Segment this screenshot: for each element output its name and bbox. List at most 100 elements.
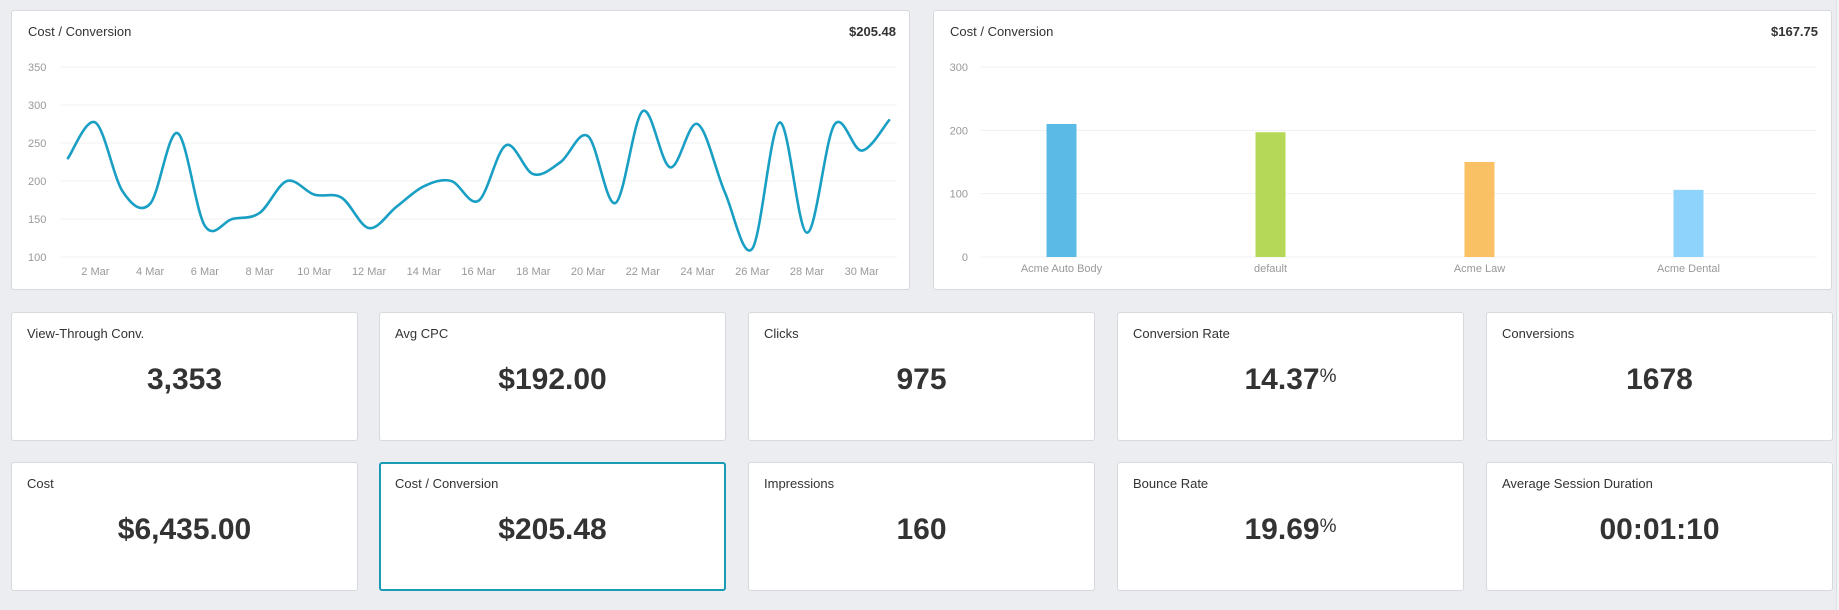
data-point[interactable] [363, 222, 375, 234]
x-tick-label: 16 Mar [461, 266, 496, 278]
kpi-label: Clicks [764, 326, 799, 341]
x-tick-label: 20 Mar [571, 266, 606, 278]
x-tick-label: 4 Mar [136, 266, 164, 278]
data-point[interactable] [336, 192, 348, 204]
data-point[interactable] [308, 189, 320, 201]
percent-suffix: % [1319, 366, 1337, 387]
data-point[interactable] [62, 152, 74, 164]
data-point[interactable] [144, 198, 156, 210]
data-point[interactable] [746, 243, 758, 255]
data-point[interactable] [500, 139, 512, 151]
kpi-value: 1678 [1487, 363, 1832, 397]
data-point[interactable] [418, 180, 430, 192]
y-tick-label: 300 [28, 100, 46, 112]
data-point[interactable] [719, 186, 731, 198]
x-tick-label: 12 Mar [352, 266, 387, 278]
data-point[interactable] [609, 197, 621, 209]
y-tick-label: 150 [28, 214, 46, 226]
kpi-number: 19.69 [1244, 513, 1320, 546]
kpi-card-conversion-rate[interactable]: Conversion Rate 14.37% [1117, 312, 1464, 441]
x-tick-label: 8 Mar [246, 266, 274, 278]
data-point[interactable] [582, 130, 594, 142]
kpi-value: 14.37% [1118, 363, 1463, 397]
bar-chart-panel: Cost / Conversion $167.75 0 100 200 300 Acme… [933, 10, 1832, 290]
data-point[interactable] [801, 227, 813, 239]
data-point[interactable] [445, 175, 457, 187]
bar-acme-law[interactable] [1464, 162, 1495, 257]
kpi-number: 3,353 [146, 363, 223, 396]
data-point[interactable] [254, 207, 266, 219]
data-point[interactable] [226, 213, 238, 225]
kpi-value: $205.48 [381, 513, 724, 547]
data-point[interactable] [828, 119, 840, 131]
data-point[interactable] [171, 127, 183, 139]
kpi-label: View-Through Conv. [27, 326, 145, 341]
bar-acme-dental[interactable] [1673, 189, 1704, 257]
bar-acme-auto-body[interactable] [1046, 124, 1077, 257]
kpi-label: Impressions [764, 476, 835, 491]
kpi-card-cost-conversion[interactable]: Cost / Conversion $205.48 [379, 462, 726, 591]
kpi-label: Average Session Duration [1502, 476, 1653, 491]
data-point[interactable] [883, 114, 895, 126]
kpi-card-conversions[interactable]: Conversions 1678 [1486, 312, 1833, 441]
kpi-label: Conversions [1502, 326, 1575, 341]
kpi-number: 160 [896, 513, 947, 546]
x-tick-label: 26 Mar [735, 266, 770, 278]
kpi-value: $6,435.00 [12, 513, 357, 547]
percent-suffix: % [1319, 516, 1337, 537]
kpi-card-cost[interactable]: Cost $6,435.00 [11, 462, 358, 591]
kpi-card-avg-cpc[interactable]: Avg CPC $192.00 [379, 312, 726, 441]
line-chart: 100 150 200 250 300 350 2 Mar 4 Mar 6 Mar 8 Mar 10… [28, 62, 897, 278]
data-point[interactable] [555, 156, 567, 168]
x-tick-label: 10 Mar [297, 266, 332, 278]
kpi-card-view-through-conv[interactable]: View-Through Conv. 3,353 [11, 312, 358, 441]
x-tick-label: 28 Mar [790, 266, 825, 278]
kpi-card-clicks[interactable]: Clicks 975 [748, 312, 1095, 441]
x-tick-label: Acme Auto Body [1021, 263, 1103, 275]
kpi-number: $192.00 [498, 363, 607, 396]
kpi-value: $192.00 [380, 363, 725, 397]
kpi-card-bounce-rate[interactable]: Bounce Rate 19.69% [1117, 462, 1464, 591]
kpi-label: Avg CPC [395, 326, 449, 341]
kpi-card-impressions[interactable]: Impressions 160 [748, 462, 1095, 591]
x-tick-label: 24 Mar [680, 266, 715, 278]
x-tick-label: 6 Mar [191, 266, 219, 278]
y-tick-label: 100 [28, 252, 46, 264]
bar-default[interactable] [1255, 132, 1286, 257]
kpi-number: 14.37 [1244, 363, 1320, 396]
data-point[interactable] [856, 145, 868, 157]
x-tick-label: 14 Mar [407, 266, 442, 278]
bar-chart: 0 100 200 300 Acme Auto Body default Acme Law A… [950, 62, 1817, 275]
y-tick-label: 100 [950, 189, 968, 201]
kpi-card-average-session-duration[interactable]: Average Session Duration 00:01:10 [1486, 462, 1833, 591]
kpi-number: 1678 [1626, 363, 1693, 396]
x-tick-label: Acme Dental [1657, 263, 1720, 275]
x-tick-label: 18 Mar [516, 266, 551, 278]
x-tick-label: default [1254, 263, 1287, 275]
kpi-label: Cost / Conversion [395, 476, 499, 491]
data-point[interactable] [199, 220, 211, 232]
x-tick-label: Acme Law [1454, 263, 1505, 275]
kpi-value: 975 [749, 363, 1094, 397]
kpi-label: Cost [27, 476, 54, 491]
kpi-value: 19.69% [1118, 513, 1463, 547]
y-tick-label: 300 [950, 62, 968, 74]
data-point[interactable] [281, 175, 293, 187]
data-point[interactable] [473, 195, 485, 207]
data-point[interactable] [664, 161, 676, 173]
line-chart-panel: Cost / Conversion $205.48 100 150 200 250 30… [11, 10, 910, 290]
kpi-value: 160 [749, 513, 1094, 547]
y-tick-label: 350 [28, 62, 46, 74]
data-point[interactable] [390, 201, 402, 213]
kpi-number: $205.48 [498, 513, 607, 546]
data-point[interactable] [637, 105, 649, 117]
x-tick-label: 30 Mar [845, 266, 880, 278]
data-point[interactable] [117, 186, 129, 198]
kpi-number: 975 [896, 363, 947, 396]
data-point[interactable] [774, 116, 786, 128]
y-tick-label: 200 [28, 176, 46, 188]
data-point[interactable] [692, 118, 704, 130]
data-point[interactable] [89, 116, 101, 128]
data-point[interactable] [527, 168, 539, 180]
kpi-label: Bounce Rate [1133, 476, 1209, 491]
